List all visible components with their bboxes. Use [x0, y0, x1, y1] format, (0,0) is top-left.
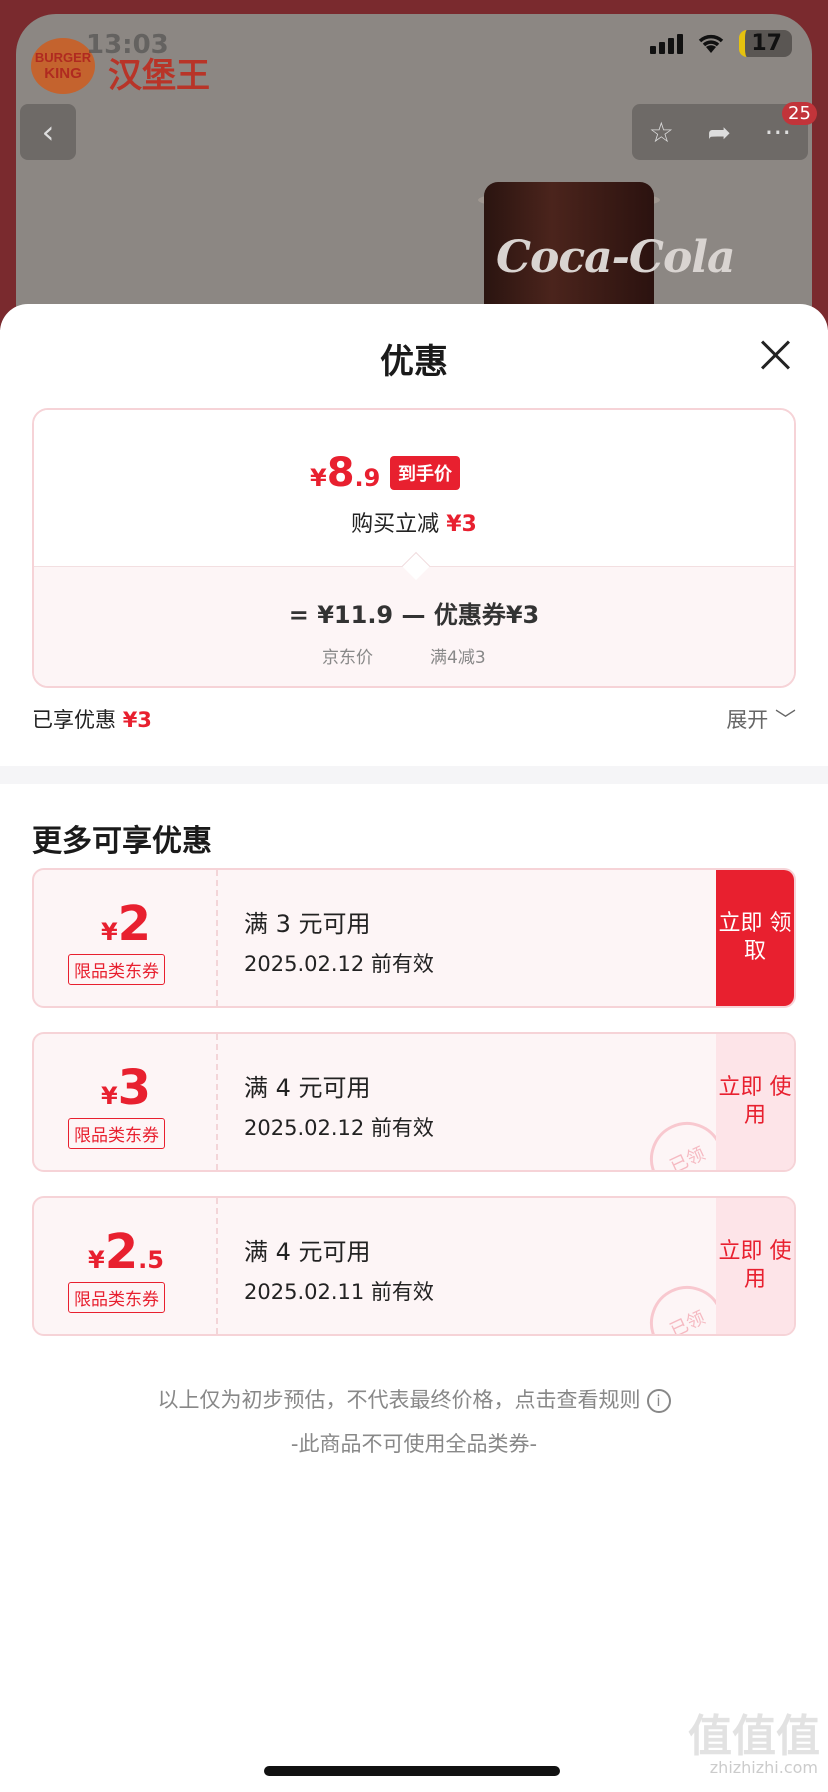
final-price-tag: 到手价	[390, 456, 460, 490]
coupon-card: ¥3 限品类东券 满 4 元可用 2025.02.12 前有效 已领 立即 使用	[32, 1032, 796, 1172]
final-price: ¥8.9	[310, 450, 380, 496]
chevron-left-icon: ‹	[41, 113, 55, 151]
status-icons: 17	[650, 30, 792, 57]
jd-price-label: 京东价	[322, 648, 373, 668]
instant-label: 购买立减	[351, 512, 440, 537]
enjoyed-discount: 已享优惠 ¥3	[32, 704, 152, 734]
amount-value: 2	[104, 1224, 139, 1280]
coupon-card: ¥2 限品类东券 满 3 元可用 2025.02.12 前有效 立即 领取	[32, 868, 796, 1008]
coupon-amount: ¥2.5	[34, 1224, 218, 1280]
claim-coupon-button[interactable]: 立即 领取	[716, 870, 794, 1006]
estimate-note-text: 以上仅为初步预估，不代表最终价格，点击查看规则	[157, 1388, 641, 1412]
instant-amount: ¥3	[446, 512, 477, 537]
coupon-left: ¥2.5 限品类东券	[34, 1198, 218, 1334]
amount-decimal: .5	[138, 1246, 164, 1274]
coupon-rule-label: 满4减3	[430, 648, 486, 668]
enjoyed-amount: ¥3	[122, 708, 152, 732]
category-note: -此商品不可使用全品类券-	[290, 1432, 538, 1456]
currency-symbol: ¥	[310, 464, 327, 492]
svg-text:KING: KING	[44, 65, 82, 82]
price-breakdown-card: ¥8.9 到手价 购买立减 ¥3 = ¥11.9 — 优惠券¥3 京东价 满4减…	[32, 408, 796, 688]
price-decimal: .9	[354, 464, 381, 492]
battery-indicator: 17	[739, 30, 792, 57]
status-time: 13:03	[86, 30, 169, 60]
amount-value: 3	[117, 1060, 152, 1116]
watermark-url: zhizhizhi.com	[709, 1758, 818, 1777]
coupon-amount: ¥2	[34, 896, 218, 952]
watermark: 值值值	[688, 1711, 820, 1762]
discount-sheet: 优惠 ¥8.9 到手价 购买立减 ¥3 = ¥11.9 — 优惠券¥3 京东价 …	[0, 304, 828, 1792]
estimate-note[interactable]: 以上仅为初步预估，不代表最终价格，点击查看规则 i	[0, 1384, 828, 1414]
instant-discount: 购买立减 ¥3	[34, 506, 794, 538]
wifi-icon	[699, 34, 724, 53]
calc-formula: = ¥11.9 — 优惠券¥3	[288, 601, 540, 629]
amount-value: 2	[117, 896, 152, 952]
svg-text:BURGER: BURGER	[35, 50, 92, 65]
section-divider	[0, 766, 828, 784]
coupon-card: ¥2.5 限品类东券 满 4 元可用 2025.02.11 前有效 已领 立即 …	[32, 1196, 796, 1336]
coupon-left: ¥3 限品类东券	[34, 1034, 218, 1170]
use-coupon-button[interactable]: 立即 使用	[716, 1034, 794, 1170]
price-top: ¥8.9 到手价 购买立减 ¥3	[34, 410, 794, 566]
close-icon[interactable]	[760, 340, 790, 370]
currency-symbol: ¥	[100, 918, 118, 946]
currency-symbol: ¥	[88, 1246, 105, 1274]
coupon-type: 限品类东券	[68, 1282, 165, 1313]
price-calculation: = ¥11.9 — 优惠券¥3 京东价 满4减3	[34, 566, 794, 686]
coupon-condition: 满 4 元可用	[244, 1238, 371, 1266]
enjoyed-label: 已享优惠	[32, 708, 116, 732]
info-icon[interactable]: i	[646, 1389, 671, 1413]
home-indicator[interactable]	[264, 1766, 560, 1776]
coupon-condition: 满 3 元可用	[244, 910, 371, 938]
expand-button[interactable]: 展开 ﹀	[726, 704, 796, 734]
screen: Coca-Cola BURGER KING 汉堡王 13:03 17 ‹ ☆ ➦…	[0, 0, 828, 1792]
currency-symbol: ¥	[100, 1082, 118, 1110]
coupon-expiry: 2025.02.11 前有效	[244, 1280, 434, 1304]
coupon-left: ¥2 限品类东券	[34, 870, 218, 1006]
share-icon[interactable]: ➦	[707, 116, 730, 149]
signal-icon	[650, 33, 684, 54]
price-integer: 8	[326, 450, 355, 496]
star-icon[interactable]: ☆	[649, 116, 674, 149]
coupon-amount: ¥3	[34, 1060, 218, 1116]
use-coupon-button[interactable]: 立即 使用	[716, 1198, 794, 1334]
coupon-expiry: 2025.02.12 前有效	[244, 952, 434, 976]
coupon-expiry: 2025.02.12 前有效	[244, 1116, 434, 1140]
product-background: Coca-Cola BURGER KING 汉堡王 13:03 17 ‹ ☆ ➦…	[0, 0, 828, 344]
coupon-condition: 满 4 元可用	[244, 1074, 371, 1102]
product-text: Coca-Cola	[496, 232, 736, 283]
message-badge: 25	[782, 102, 817, 125]
more-discounts-title: 更多可享优惠	[32, 824, 212, 859]
coupon-type: 限品类东券	[68, 1118, 165, 1149]
coupon-type: 限品类东券	[68, 954, 165, 985]
back-button[interactable]: ‹	[20, 104, 76, 160]
sheet-title: 优惠	[380, 342, 448, 382]
